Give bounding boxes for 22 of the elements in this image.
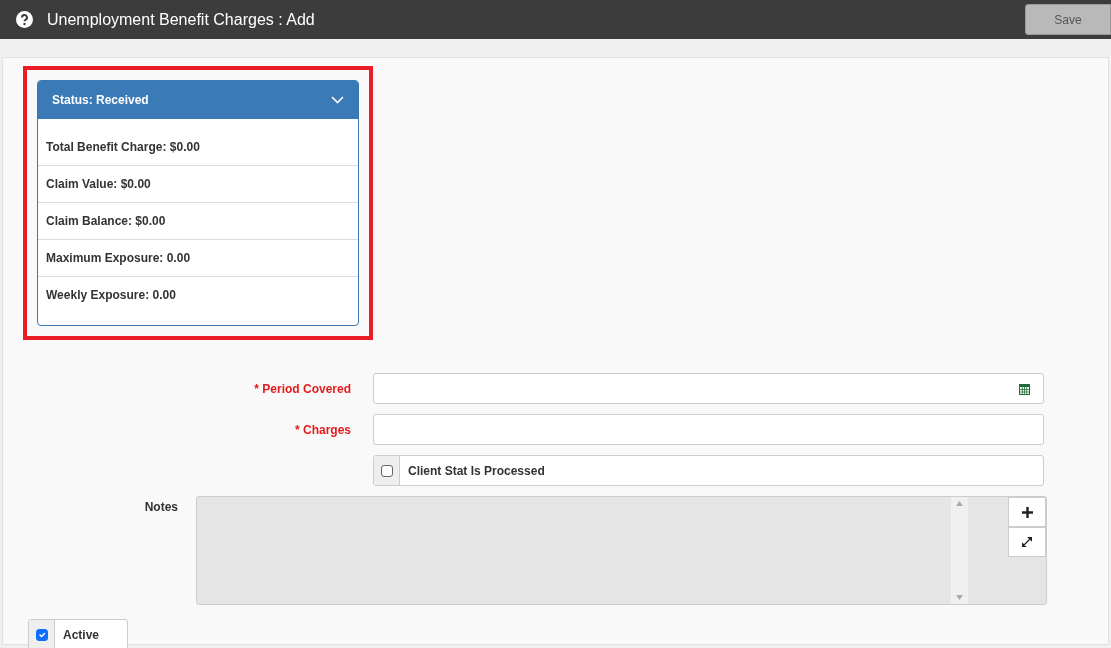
calendar-icon[interactable] — [1019, 382, 1030, 395]
field-label: * Charges — [293, 421, 352, 439]
notes-label: Notes — [143, 499, 179, 516]
plus-icon — [1021, 506, 1033, 518]
status-card-header[interactable]: Status: Received — [38, 81, 358, 119]
active-checkbox[interactable] — [35, 628, 48, 641]
status-item: Total Benefit Charge: $0.00 — [38, 129, 358, 166]
status-item: Claim Balance: $0.00 — [38, 203, 358, 240]
checkbox[interactable] — [380, 464, 393, 477]
status-item: Maximum Exposure: 0.00 — [38, 240, 358, 277]
status-title: Status: Received — [52, 92, 149, 109]
help-icon[interactable] — [16, 11, 33, 28]
active-label: Active — [63, 626, 100, 644]
window-title: Unemployment Benefit Charges : Add — [47, 9, 315, 30]
status-item: Weekly Exposure: 0.00 — [45, 287, 177, 304]
field-label: * Period Covered — [253, 380, 352, 398]
checkbox-label: Client Stat Is Processed — [408, 462, 545, 480]
chevron-icon[interactable] — [331, 96, 344, 104]
status-item: Claim Value: $0.00 — [38, 166, 358, 203]
date-field[interactable] — [373, 373, 1044, 404]
text-field[interactable] — [373, 414, 1044, 445]
expand-arrows-icon — [1022, 537, 1032, 547]
